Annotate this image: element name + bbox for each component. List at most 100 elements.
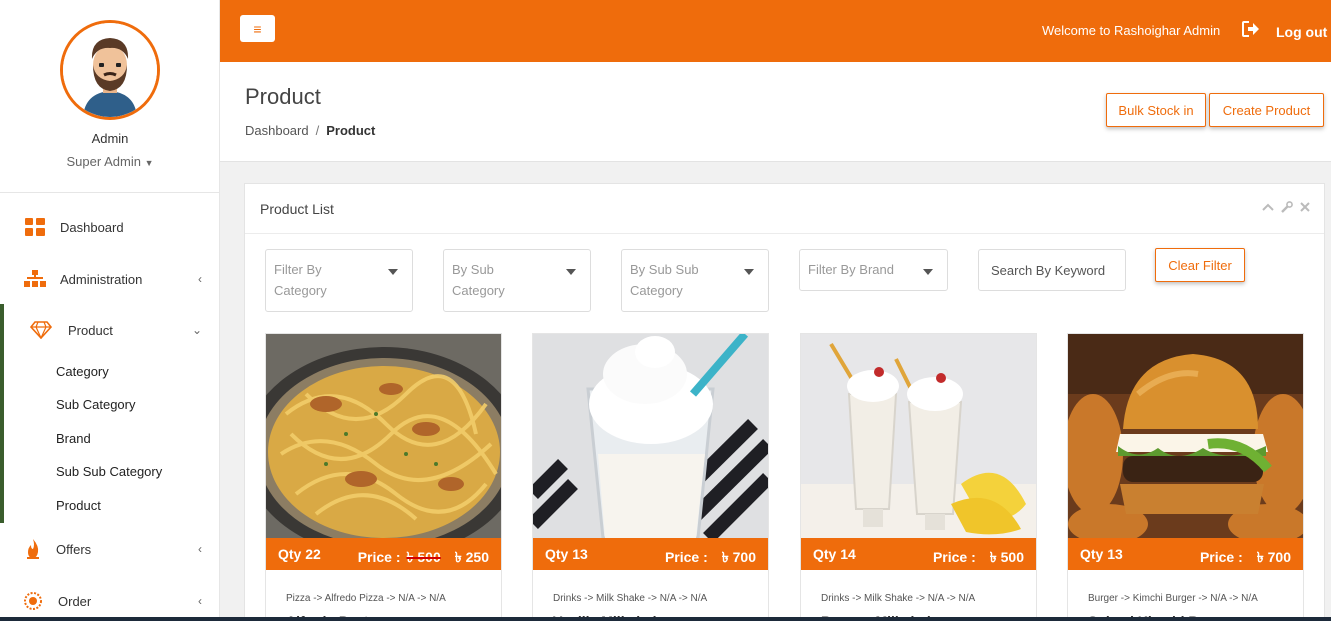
product-image-banana-shake xyxy=(801,334,1036,538)
price-group: Price : ৳ 500 ৳ 250 xyxy=(358,546,489,570)
product-card[interactable]: Qty 22 Price : ৳ 500 ৳ 250 Pizza -> Alfred… xyxy=(265,333,502,621)
price-group: Price : ৳ 500 xyxy=(933,546,1024,570)
price-bar: Qty 22 Price : ৳ 500 ৳ 250 xyxy=(266,538,501,570)
filter-category-select[interactable]: Filter By Category xyxy=(265,249,413,312)
sidebar-subitem-category[interactable]: Category xyxy=(56,364,109,379)
product-card[interactable]: Qty 14 Price : ৳ 500 Drinks -> Milk Shake… xyxy=(800,333,1037,621)
filter-category-line2: Category xyxy=(274,283,327,298)
sidebar-item-label: Order xyxy=(58,593,92,609)
sidebar: Admin Super Admin ▼ Dashboard Administra… xyxy=(0,0,220,621)
breadcrumb-current: Product xyxy=(326,123,376,138)
search-input[interactable] xyxy=(978,249,1126,291)
filter-brand-select[interactable]: Filter By Brand xyxy=(799,249,948,291)
product-qty: Qty 14 xyxy=(813,546,856,562)
price-label: Price : xyxy=(664,549,708,565)
flame-icon xyxy=(22,538,44,560)
product-price: ৳ 700 xyxy=(1256,549,1291,565)
product-image-burger xyxy=(1068,334,1303,538)
sidebar-item-label: Dashboard xyxy=(60,219,124,235)
chevron-down-icon: ⌄ xyxy=(191,323,202,337)
product-price: ৳ 250 xyxy=(454,549,489,565)
sidebar-item-label: Administration xyxy=(60,271,143,287)
filter-category-line1: Filter By xyxy=(274,262,322,277)
filter-sub-line2: Category xyxy=(452,283,505,298)
price-group: Price : ৳ 700 xyxy=(665,546,756,570)
page-title: Product xyxy=(245,84,321,109)
wrench-icon[interactable] xyxy=(1281,201,1293,216)
old-price: ৳ 500 xyxy=(406,549,441,565)
profile-role: Super Admin xyxy=(66,154,141,169)
dropdown-arrow-icon xyxy=(388,269,398,275)
sidebar-subitem-sub-sub-category[interactable]: Sub Sub Category xyxy=(56,464,162,479)
sidebar-subitem-brand[interactable]: Brand xyxy=(56,431,91,446)
breadcrumb-separator: / xyxy=(315,123,320,138)
price-label: Price : xyxy=(932,549,976,565)
welcome-text: Welcome to Rashoighar Admin xyxy=(1042,23,1221,38)
hamburger-menu-button[interactable]: ≡ xyxy=(240,15,275,42)
card-title: Product List xyxy=(260,201,334,217)
product-category-path: Burger -> Kimchi Burger -> N/A -> N/A xyxy=(1088,593,1258,604)
product-image-pasta xyxy=(266,334,501,538)
top-bar: ≡ Welcome to Rashoighar Admin Log out xyxy=(220,0,1331,62)
sidebar-item-label: Offers xyxy=(56,541,92,557)
product-list-card: Product List Filter By Category By Sub C… xyxy=(244,183,1325,621)
product-category-path: Drinks -> Milk Shake -> N/A -> N/A xyxy=(553,593,708,604)
caret-down-icon: ▼ xyxy=(144,158,154,168)
diamond-icon xyxy=(30,319,52,341)
sidebar-subitem-sub-category[interactable]: Sub Category xyxy=(56,397,136,412)
filter-sub-line1: By Sub xyxy=(452,262,494,277)
clear-filter-button[interactable]: Clear Filter xyxy=(1155,248,1245,282)
sidebar-subitem-product[interactable]: Product xyxy=(56,498,101,513)
price-label: Price : xyxy=(1199,549,1243,565)
product-qty: Qty 13 xyxy=(1080,546,1123,562)
product-category-path: Pizza -> Alfredo Pizza -> N/A -> N/A xyxy=(286,593,446,604)
dropdown-arrow-icon xyxy=(923,269,933,275)
product-category-path: Drinks -> Milk Shake -> N/A -> N/A xyxy=(821,593,976,604)
collapse-icon[interactable] xyxy=(1262,201,1274,216)
sidebar-item-product[interactable]: Product ⌄ xyxy=(0,310,219,350)
product-qty: Qty 22 xyxy=(278,546,321,562)
product-card[interactable]: Qty 13 Price : ৳ 700 Burger -> Kimchi Bur… xyxy=(1067,333,1304,621)
create-product-button[interactable]: Create Product xyxy=(1209,93,1324,127)
bulk-stock-in-button[interactable]: Bulk Stock in xyxy=(1106,93,1206,127)
sidebar-item-label: Product xyxy=(68,322,113,338)
price-bar: Qty 13 Price : ৳ 700 xyxy=(533,538,768,570)
product-card[interactable]: Qty 13 Price : ৳ 700 Drinks -> Milk Shake… xyxy=(532,333,769,621)
card-tools xyxy=(1262,201,1310,216)
product-price: ৳ 700 xyxy=(721,549,756,565)
dropdown-arrow-icon xyxy=(744,269,754,275)
close-icon[interactable] xyxy=(1300,201,1310,216)
sidebar-item-dashboard[interactable]: Dashboard xyxy=(0,207,219,247)
filter-subsub-line2: Category xyxy=(630,283,683,298)
price-group: Price : ৳ 700 xyxy=(1200,546,1291,570)
dashboard-grid-icon xyxy=(24,216,46,238)
chevron-left-icon: ‹ xyxy=(198,594,202,608)
profile-role-dropdown[interactable]: Super Admin ▼ xyxy=(0,154,219,169)
order-icon xyxy=(22,590,44,612)
page-header: Product Dashboard / Product Bulk Stock in … xyxy=(220,62,1331,162)
filter-sub-category-select[interactable]: By Sub Category xyxy=(443,249,591,312)
profile-name: Admin xyxy=(91,131,129,146)
product-price: ৳ 500 xyxy=(989,549,1024,565)
breadcrumb-dashboard[interactable]: Dashboard xyxy=(245,123,309,138)
logout-link[interactable]: Log out xyxy=(1276,24,1327,40)
divider xyxy=(245,233,1324,234)
price-bar: Qty 14 Price : ৳ 500 xyxy=(801,538,1036,570)
sitemap-icon xyxy=(24,268,46,290)
price-bar: Qty 13 Price : ৳ 700 xyxy=(1068,538,1303,570)
chevron-left-icon: ‹ xyxy=(198,272,202,286)
logout-icon[interactable] xyxy=(1242,21,1260,42)
filter-sub-sub-category-select[interactable]: By Sub Sub Category xyxy=(621,249,769,312)
breadcrumb: Dashboard / Product xyxy=(245,123,375,138)
chevron-left-icon: ‹ xyxy=(198,542,202,556)
avatar[interactable] xyxy=(60,20,160,120)
product-qty: Qty 13 xyxy=(545,546,588,562)
bottom-strip xyxy=(0,617,1331,621)
sidebar-item-order[interactable]: Order ‹ xyxy=(0,581,219,621)
product-image-milkshake xyxy=(533,334,768,538)
filter-subsub-line1: By Sub Sub xyxy=(630,262,699,277)
filter-brand-label: Filter By Brand xyxy=(808,262,894,277)
sidebar-item-offers[interactable]: Offers ‹ xyxy=(0,529,219,569)
price-label: Price : xyxy=(357,549,401,565)
sidebar-item-administration[interactable]: Administration ‹ xyxy=(0,259,219,299)
